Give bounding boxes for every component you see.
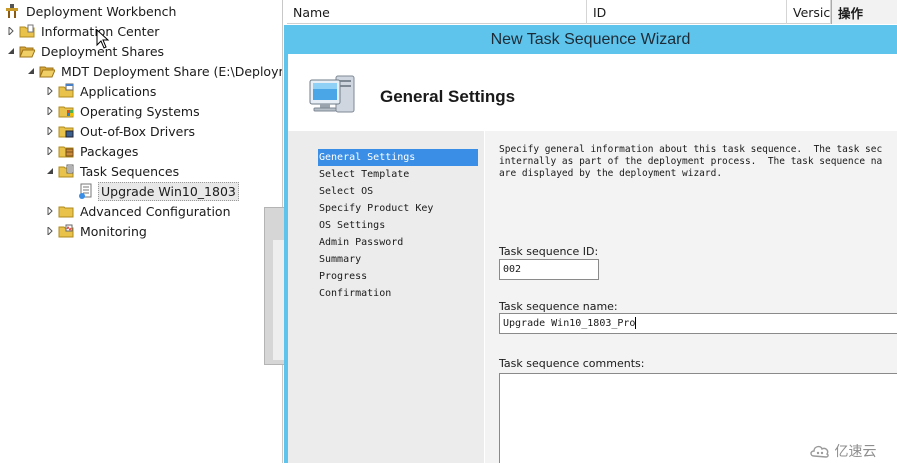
wizard-step-summary[interactable]: Summary bbox=[318, 251, 478, 268]
task-sequence-id-label: Task sequence ID: bbox=[499, 245, 599, 258]
tree-item-root[interactable]: Deployment Workbench bbox=[4, 1, 178, 21]
expand-arrow-icon[interactable] bbox=[45, 226, 55, 236]
applications-folder-icon bbox=[58, 83, 74, 99]
wizard-step-select-template[interactable]: Select Template bbox=[318, 166, 478, 183]
column-header-version[interactable]: Versic bbox=[787, 0, 831, 24]
expand-arrow-icon[interactable] bbox=[45, 206, 55, 216]
wizard-page-title: General Settings bbox=[380, 87, 516, 106]
column-header-id[interactable]: ID bbox=[587, 0, 787, 24]
expand-arrow-icon[interactable] bbox=[45, 126, 55, 136]
tree-item-applications[interactable]: Applications bbox=[45, 81, 158, 101]
task-sequence-name-field[interactable]: Upgrade Win10_1803_Pro bbox=[499, 313, 897, 334]
wizard-step-os-settings[interactable]: OS Settings bbox=[318, 217, 478, 234]
operating-systems-folder-icon bbox=[58, 103, 74, 119]
actions-pane-header: 操作 bbox=[831, 0, 897, 24]
tree-item-packages[interactable]: Packages bbox=[45, 141, 140, 161]
wizard-step-specify-product-key[interactable]: Specify Product Key bbox=[318, 200, 478, 217]
folder-icon bbox=[58, 203, 74, 219]
cloud-icon bbox=[809, 445, 829, 458]
expand-arrow-icon[interactable] bbox=[6, 26, 16, 36]
task-sequences-folder-icon bbox=[58, 163, 74, 179]
tree-label-monitoring: Monitoring bbox=[80, 223, 147, 239]
task-sequence-icon bbox=[78, 183, 94, 199]
description-line: are displayed by the deployment wizard. bbox=[499, 168, 723, 179]
tree-label-upgrade-win10: Upgrade Win10_1803 bbox=[98, 181, 239, 201]
tree-label-packages: Packages bbox=[80, 143, 139, 159]
tree-label-advanced-configuration: Advanced Configuration bbox=[80, 203, 231, 219]
wizard-step-list: General Settings Select Template Select OS… bbox=[288, 131, 484, 463]
tree-label-mdt-share: MDT Deployment Share (E:\Deployme bbox=[61, 63, 283, 79]
task-sequence-id-field[interactable]: 002 bbox=[499, 259, 599, 280]
tree-item-advanced-configuration[interactable]: Advanced Configuration bbox=[45, 201, 233, 221]
drivers-folder-icon bbox=[58, 123, 74, 139]
result-list-header: Name ID Versic bbox=[287, 0, 897, 24]
monitoring-folder-icon bbox=[58, 223, 74, 239]
mouse-cursor-icon bbox=[96, 29, 110, 49]
expand-arrow-icon[interactable] bbox=[45, 146, 55, 156]
collapse-arrow-icon[interactable] bbox=[45, 166, 55, 176]
task-sequence-comments-label: Task sequence comments: bbox=[499, 357, 645, 370]
tree-item-upgrade-win10[interactable]: Upgrade Win10_1803 bbox=[78, 181, 239, 201]
tree-item-information-center[interactable]: Information Center bbox=[6, 21, 161, 41]
tree-label-operating-systems: Operating Systems bbox=[80, 103, 200, 119]
tree-item-operating-systems[interactable]: Operating Systems bbox=[45, 101, 202, 121]
expand-arrow-icon[interactable] bbox=[45, 106, 55, 116]
new-task-sequence-wizard: New Task Sequence Wizard General Setting… bbox=[284, 25, 897, 463]
tree-item-out-of-box-drivers[interactable]: Out-of-Box Drivers bbox=[45, 121, 197, 141]
description-line: Specify general information about this t… bbox=[499, 144, 883, 155]
tree-item-deployment-shares[interactable]: Deployment Shares bbox=[6, 41, 166, 61]
wizard-body: General Settings General Settings Select … bbox=[288, 54, 897, 463]
folder-open-icon bbox=[39, 63, 56, 79]
page-description: Specify general information about this t… bbox=[499, 144, 897, 180]
description-line: internally as part of the deployment pro… bbox=[499, 156, 883, 167]
wizard-step-select-os[interactable]: Select OS bbox=[318, 183, 478, 200]
watermark: 亿速云 bbox=[788, 438, 897, 463]
workbench-icon bbox=[4, 3, 20, 19]
tree-label-task-sequences: Task Sequences bbox=[80, 163, 180, 179]
wizard-step-general-settings[interactable]: General Settings bbox=[318, 149, 478, 166]
information-folder-icon bbox=[19, 23, 35, 39]
expand-arrow-icon[interactable] bbox=[45, 86, 55, 96]
navigation-tree: Deployment Workbench Information Center … bbox=[0, 0, 283, 463]
tree-label-applications: Applications bbox=[80, 83, 157, 99]
folder-open-icon bbox=[19, 43, 36, 59]
computer-icon bbox=[309, 75, 355, 113]
packages-folder-icon bbox=[58, 143, 74, 159]
wizard-step-admin-password[interactable]: Admin Password bbox=[318, 234, 478, 251]
column-header-name[interactable]: Name bbox=[287, 0, 587, 24]
tree-label-root: Deployment Workbench bbox=[26, 3, 177, 19]
wizard-header: General Settings bbox=[288, 54, 897, 130]
tree-item-task-sequences[interactable]: Task Sequences bbox=[45, 161, 181, 181]
collapse-arrow-icon[interactable] bbox=[26, 66, 36, 76]
wizard-step-progress[interactable]: Progress bbox=[318, 268, 478, 285]
text-caret bbox=[635, 317, 637, 329]
wizard-content: Specify general information about this t… bbox=[485, 131, 897, 463]
tree-item-mdt-share[interactable]: MDT Deployment Share (E:\Deployme bbox=[26, 61, 283, 81]
collapse-arrow-icon[interactable] bbox=[6, 46, 16, 56]
task-sequence-name-label: Task sequence name: bbox=[499, 300, 618, 313]
tree-item-monitoring[interactable]: Monitoring bbox=[45, 221, 149, 241]
wizard-step-confirmation[interactable]: Confirmation bbox=[318, 285, 478, 302]
tree-label-out-of-box-drivers: Out-of-Box Drivers bbox=[80, 123, 196, 139]
wizard-title: New Task Sequence Wizard bbox=[490, 30, 691, 48]
